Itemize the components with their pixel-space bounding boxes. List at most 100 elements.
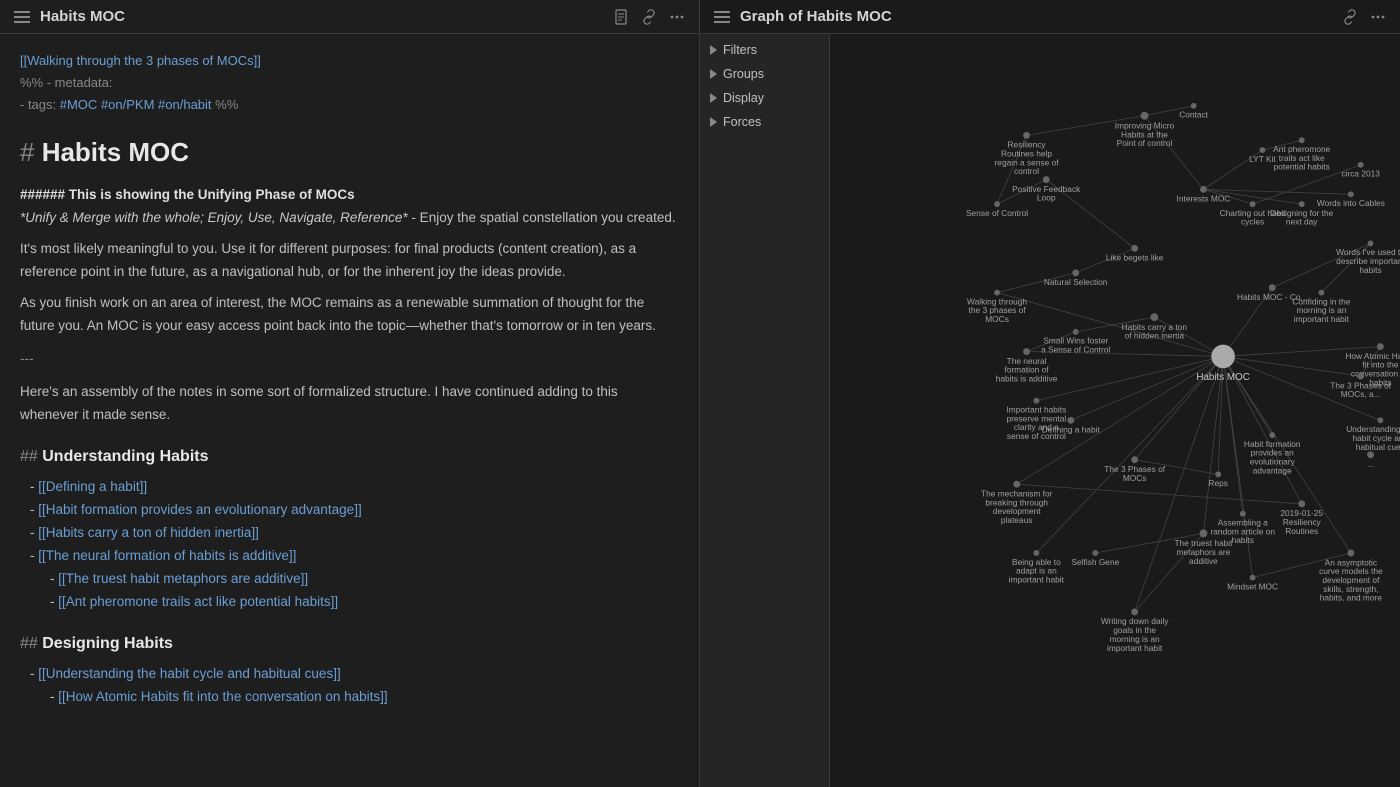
link-habits-inertia[interactable]: [[Habits carry a ton of hidden inertia]] [38, 525, 259, 540]
graph-node[interactable]: Ant pheromonetrails act likepotential ha… [1273, 137, 1330, 171]
graph-node[interactable]: Interests MOC [1177, 186, 1231, 204]
link-icon-right[interactable] [1342, 9, 1358, 25]
graph-node[interactable]: Improving MicroHabits at thePoint of con… [1115, 112, 1175, 148]
node-circle [1240, 511, 1246, 517]
node-circle [1013, 481, 1020, 488]
filter-filters[interactable]: Filters [700, 38, 829, 62]
graph-node[interactable]: An asymptoticcurve models thedevelopment… [1319, 550, 1383, 603]
node-label: Habits MOC [1196, 372, 1249, 383]
document-icon[interactable] [613, 9, 629, 25]
node-circle [1250, 201, 1256, 207]
graph-node[interactable]: Sense of Control [966, 201, 1028, 218]
node-circle [1347, 550, 1354, 557]
right-hamburger-icon[interactable] [714, 11, 730, 23]
node-label: Positive FeedbackLoop [1012, 184, 1081, 203]
node-label: LYT Kit [1249, 154, 1276, 164]
node-label: The 3 Phases ofMOCs [1104, 464, 1165, 483]
triangle-icon [710, 93, 717, 103]
graph-area: Filters Groups Display Forces Improving … [700, 34, 1400, 787]
more-icon-left[interactable] [669, 9, 685, 25]
node-circle [1348, 191, 1354, 197]
link-truest-metaphors[interactable]: [[The truest habit metaphors are additiv… [58, 571, 308, 586]
node-circle [1357, 373, 1364, 380]
graph-node[interactable]: The mechanism forbreaking throughdevelop… [981, 481, 1053, 525]
triangle-icon [710, 69, 717, 79]
graph-node[interactable]: Natural Selection [1044, 269, 1108, 287]
link-habit-cycle[interactable]: [[Understanding the habit cycle and habi… [38, 666, 340, 681]
backlink-line[interactable]: [[Walking through the 3 phases of MOCs]] [20, 50, 679, 72]
node-circle [1299, 201, 1305, 207]
graph-edges [997, 106, 1380, 612]
divider: --- [20, 348, 679, 371]
node-circle [1073, 329, 1079, 335]
graph-node[interactable]: Selfish Gene [1071, 550, 1119, 567]
graph-svg-container[interactable]: Improving MicroHabits at thePoint of con… [830, 34, 1400, 787]
filter-panel: Filters Groups Display Forces [700, 34, 830, 787]
hamburger-icon[interactable] [14, 11, 30, 23]
graph-node[interactable]: Contact [1179, 103, 1208, 120]
node-label: Being able toadapt is animportant habit [1009, 557, 1065, 585]
node-circle [1131, 456, 1138, 463]
graph-edge [1017, 484, 1302, 504]
graph-node[interactable]: Small Wins fostera Sense of Control [1041, 329, 1110, 355]
para2: As you finish work on an area of interes… [20, 292, 679, 338]
graph-node[interactable]: ResiliencyRoutines helpregain a sense of… [995, 132, 1060, 176]
node-label: circa 2013 [1341, 169, 1380, 179]
link-neural-formation[interactable]: [[The neural formation of habits is addi… [38, 548, 296, 563]
triangle-icon [710, 45, 717, 55]
graph-node[interactable]: Mindset MOC [1227, 575, 1278, 592]
node-label: Like begets like [1106, 253, 1164, 263]
node-label: Interests MOC [1177, 194, 1231, 204]
graph-node[interactable]: Walking throughthe 3 phases ofMOCs [967, 290, 1027, 324]
filter-groups[interactable]: Groups [700, 62, 829, 86]
node-circle [1299, 137, 1305, 143]
graph-visualization[interactable]: Improving MicroHabits at thePoint of con… [830, 34, 1400, 787]
tags-line: - tags: #MOC #on/PKM #on/habit %% [20, 94, 679, 116]
graph-node[interactable]: circa 2013 [1341, 162, 1380, 179]
section-designing: ## Designing Habits [20, 630, 679, 657]
list-item: - [[Defining a habit]] [30, 476, 679, 499]
section-understanding: ## Understanding Habits [20, 443, 679, 470]
node-circle [1211, 345, 1235, 369]
node-label: The neuralformation ofhabits is additive [996, 356, 1058, 384]
graph-node[interactable]: ... [1367, 451, 1374, 469]
node-circle [1131, 609, 1138, 616]
node-label: Walking throughthe 3 phases ofMOCs [967, 296, 1027, 324]
link-defining-habit[interactable]: [[Defining a habit]] [38, 479, 147, 494]
graph-node[interactable]: Being able toadapt is animportant habit [1009, 550, 1065, 584]
tag-moc[interactable]: #MOC [60, 97, 98, 112]
graph-node[interactable]: Habit formationprovides anevolutionaryad… [1244, 432, 1301, 475]
filter-forces[interactable]: Forces [700, 110, 829, 134]
node-circle [994, 201, 1000, 207]
graph-node[interactable]: Writing down dailygoals in themorning is… [1101, 609, 1169, 653]
graph-node[interactable]: The 3 Phases ofMOCs [1104, 456, 1165, 483]
page-h1: # Habits MOC [20, 130, 679, 174]
node-circle [1377, 343, 1384, 350]
graph-node[interactable]: 2019-01-25ResiliencyRoutines [1280, 500, 1323, 535]
link-icon-left[interactable] [641, 9, 657, 25]
link-atomic-habits[interactable]: [[How Atomic Habits fit into the convers… [58, 689, 387, 704]
node-circle [1367, 451, 1374, 458]
triangle-icon [710, 117, 717, 127]
filter-display[interactable]: Display [700, 86, 829, 110]
node-circle [1318, 290, 1324, 296]
sub-list-item: - [[How Atomic Habits fit into the conve… [50, 686, 679, 709]
graph-node[interactable]: Habits carry a tonof hidden inertia [1122, 313, 1188, 341]
node-label: 2019-01-25ResiliencyRoutines [1280, 508, 1323, 536]
list-item: - [[Habits carry a ton of hidden inertia… [30, 522, 679, 545]
tag-pkm[interactable]: #on/PKM [101, 97, 154, 112]
graph-node[interactable]: Reps [1208, 471, 1227, 488]
node-circle [1150, 313, 1158, 321]
graph-node[interactable]: Understanding thehabit cycle andhabitual… [1346, 417, 1400, 451]
node-label: Words I've used todescribe importanthabi… [1336, 247, 1400, 275]
more-icon-right[interactable] [1370, 9, 1386, 25]
link-ant-pheromone[interactable]: [[Ant pheromone trails act like potentia… [58, 594, 338, 609]
link-habit-formation[interactable]: [[Habit formation provides an evolutiona… [38, 502, 361, 517]
node-label: ... [1367, 459, 1374, 469]
tag-habit[interactable]: #on/habit [158, 97, 212, 112]
list-item: - [[Understanding the habit cycle and ha… [30, 663, 679, 686]
graph-node[interactable]: Like begets like [1106, 245, 1164, 263]
node-circle [1043, 176, 1050, 183]
left-panel-title: Habits MOC [40, 8, 603, 25]
sub-list-item: - [[Ant pheromone trails act like potent… [50, 591, 679, 614]
